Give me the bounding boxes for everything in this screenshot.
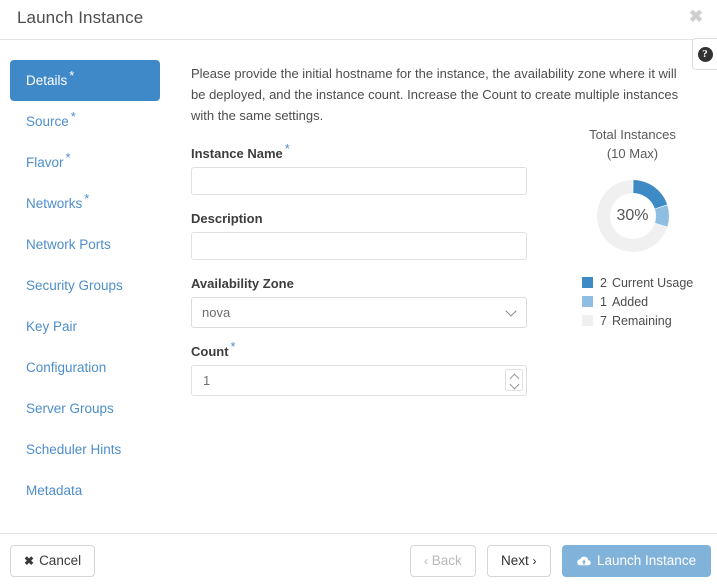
quota-subtitle: (10 Max) [560,144,705,163]
sidebar-item-label: Configuration [26,360,106,375]
chevron-right-icon: › [533,554,537,568]
sidebar-item-label: Flavor [26,155,64,170]
description-field-group: Description [191,211,527,260]
instance-name-field-group: Instance Name* [191,146,527,195]
sidebar-item-security-groups[interactable]: Security Groups [10,265,160,306]
required-marker: * [285,141,290,156]
sidebar-item-server-groups[interactable]: Server Groups [10,388,160,429]
quantity-stepper[interactable] [505,369,523,391]
label-text: Instance Name [191,146,283,161]
wizard-step-nav: Details* Source* Flavor* Networks* Netwo… [10,60,160,511]
dialog-header: Launch Instance ✖ [0,0,717,40]
sidebar-item-label: Security Groups [26,278,123,293]
count-field-group: Count* [191,344,527,396]
back-button[interactable]: ‹ Back [410,545,476,577]
quota-legend: 2 Current Usage 1 Added 7 Remaining [560,273,705,330]
required-marker: * [71,109,76,124]
sidebar-item-flavor[interactable]: Flavor* [10,142,160,183]
required-marker: * [231,339,236,354]
sidebar-item-label: Scheduler Hints [26,442,121,457]
launch-instance-dialog: Launch Instance ✖ ? Details* Source* Fla… [0,0,717,588]
sidebar-item-label: Network Ports [26,237,111,252]
legend-value: 1 [600,295,607,309]
availability-zone-select-wrap: nova [191,297,527,328]
sidebar-item-network-ports[interactable]: Network Ports [10,224,160,265]
step-description: Please provide the initial hostname for … [191,63,679,126]
sidebar-item-label: Networks [26,196,82,211]
sidebar-item-networks[interactable]: Networks* [10,183,160,224]
legend-value: 2 [600,276,607,290]
legend-swatch [582,315,593,326]
required-marker: * [69,68,74,83]
legend-swatch [582,277,593,288]
count-label: Count* [191,344,527,359]
required-marker: * [66,150,71,165]
details-form: Please provide the initial hostname for … [191,63,527,412]
x-icon: ✖ [24,554,34,568]
legend-swatch [582,296,593,307]
legend-label: Current Usage [612,276,693,290]
legend-item-remaining: 7 Remaining [582,311,705,330]
close-icon[interactable]: ✖ [685,6,707,28]
legend-label: Remaining [612,314,672,328]
sidebar-item-configuration[interactable]: Configuration [10,347,160,388]
quota-panel: Total Instances (10 Max) 30% 2 Current U… [560,125,705,330]
sidebar-item-details[interactable]: Details* [10,60,160,101]
sidebar-item-label: Server Groups [26,401,114,416]
sidebar-item-label: Source [26,114,69,129]
back-button-label: Back [432,553,462,568]
availability-zone-select[interactable]: nova [191,297,527,328]
sidebar-item-source[interactable]: Source* [10,101,160,142]
launch-instance-button[interactable]: Launch Instance [562,545,711,577]
next-button[interactable]: Next › [487,545,551,577]
sidebar-item-label: Details [26,73,67,88]
next-button-label: Next [501,553,529,568]
cancel-button-label: Cancel [39,553,81,568]
total-instances-donut-chart: 30% [592,175,674,257]
sidebar-item-label: Key Pair [26,319,77,334]
dialog-body: Details* Source* Flavor* Networks* Netwo… [0,40,717,533]
legend-item-current-usage: 2 Current Usage [582,273,705,292]
quota-title: Total Instances [560,125,705,144]
cancel-button[interactable]: ✖ Cancel [10,545,95,577]
count-input-wrap [191,365,527,396]
sidebar-item-scheduler-hints[interactable]: Scheduler Hints [10,429,160,470]
dialog-footer: ✖ Cancel ‹ Back Next › Launch Instance [0,533,717,588]
legend-item-added: 1 Added [582,292,705,311]
launch-instance-button-label: Launch Instance [597,553,696,568]
page-title: Launch Instance [17,8,143,28]
description-label: Description [191,211,527,226]
instance-name-label: Instance Name* [191,146,527,161]
cloud-upload-icon [577,548,591,578]
availability-zone-label: Availability Zone [191,276,527,291]
sidebar-item-label: Metadata [26,483,82,498]
chevron-left-icon: ‹ [424,554,428,568]
label-text: Count [191,344,229,359]
required-marker: * [84,191,89,206]
sidebar-item-metadata[interactable]: Metadata [10,470,160,511]
description-input[interactable] [191,232,527,260]
count-input[interactable] [191,365,527,396]
legend-value: 7 [600,314,607,328]
donut-center-label: 30% [592,175,674,257]
legend-label: Added [612,295,648,309]
availability-zone-field-group: Availability Zone nova [191,276,527,328]
instance-name-input[interactable] [191,167,527,195]
sidebar-item-key-pair[interactable]: Key Pair [10,306,160,347]
